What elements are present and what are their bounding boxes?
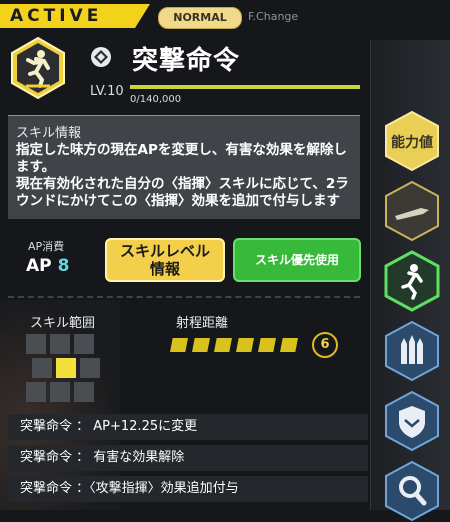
stats-button[interactable]: 能力値	[381, 110, 443, 172]
distance-segment	[170, 338, 188, 352]
effect-list: 突撃命令 ： AP+12.25に変更 突撃命令 ： 有害な効果解除 突撃命令 ：〈攻…	[8, 414, 368, 507]
skill-range-grid	[26, 334, 100, 408]
distance-segment	[236, 338, 254, 352]
skill-priority-button[interactable]: スキル優先使用	[233, 238, 361, 282]
skill-level-info-button[interactable]: スキルレベル情報	[105, 238, 225, 282]
tab-fchange[interactable]: F.Change	[248, 10, 298, 23]
range-cell	[50, 334, 70, 354]
range-cell	[80, 358, 100, 378]
skill-info-title: スキル情報	[16, 126, 82, 141]
tab-active[interactable]: ACTIVE	[0, 4, 150, 28]
ap-key: AP	[26, 256, 52, 276]
skill-range-label: スキル範囲	[30, 316, 96, 331]
ap-cost-value: AP 8	[26, 256, 69, 276]
distance-segment	[214, 338, 232, 352]
divider	[8, 296, 360, 298]
running-person-icon[interactable]	[381, 250, 443, 312]
exp-text: 0/140,000	[130, 94, 182, 105]
range-cell	[26, 334, 46, 354]
magnifier-icon[interactable]	[381, 460, 443, 522]
tab-normal[interactable]: NORMAL	[158, 7, 242, 29]
sidebar: 能力値	[370, 40, 450, 522]
range-distance-value: 6	[312, 332, 338, 358]
shield-icon[interactable]	[381, 390, 443, 452]
range-cell	[50, 382, 70, 402]
effect-item: 突撃命令 ： AP+12.25に変更	[8, 414, 368, 440]
exp-bar	[130, 85, 360, 89]
distance-segment	[192, 338, 210, 352]
diamond-type-icon	[91, 47, 111, 67]
range-cell-active	[56, 358, 76, 378]
skill-title: 突撃命令	[132, 46, 241, 76]
effect-item: 突撃命令 ： 有害な効果解除	[8, 445, 368, 471]
effect-item: 突撃命令 ：〈攻撃指揮〉効果追加付与	[8, 476, 368, 502]
range-cell	[26, 382, 46, 402]
bullet-icon[interactable]	[381, 180, 443, 242]
skill-level: LV.10	[90, 84, 124, 99]
top-bar: ACTIVE NORMAL F.Change	[0, 0, 370, 32]
skill-info-panel[interactable]: スキル情報 指定した味方の現在APを変更し、有害な効果を解除します。 現在有効化さ…	[8, 115, 360, 219]
skill-info-body: 指定した味方の現在APを変更し、有害な効果を解除します。 現在有効化された自分の〈…	[16, 142, 349, 209]
distance-segment	[280, 338, 298, 352]
distance-segment	[258, 338, 276, 352]
range-cell	[74, 382, 94, 402]
ap-cost-label: AP消費	[28, 240, 65, 253]
rockets-icon[interactable]	[381, 320, 443, 382]
range-distance-label: 射程距離	[176, 316, 229, 331]
range-cell	[32, 358, 52, 378]
stats-label: 能力値	[391, 134, 433, 151]
skill-running-person-icon	[11, 36, 65, 100]
range-cell	[74, 334, 94, 354]
ap-number: 8	[57, 256, 70, 276]
